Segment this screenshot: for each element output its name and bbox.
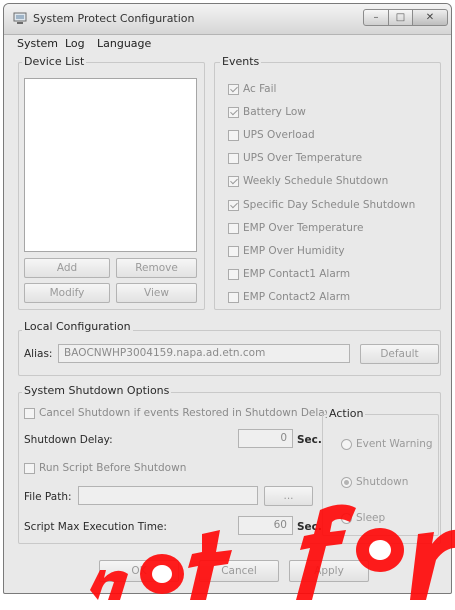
event-checkbox-label: EMP Over Humidity [243, 245, 345, 257]
menu-system[interactable]: System [17, 37, 58, 50]
alias-label: Alias: [24, 348, 53, 360]
event-checkbox-label: Weekly Schedule Shutdown [243, 175, 389, 187]
modify-button[interactable]: Modify [24, 283, 110, 303]
close-button[interactable]: ✕ [412, 9, 448, 26]
close-icon: ✕ [425, 12, 435, 23]
event-checkbox-label: Battery Low [243, 106, 306, 118]
default-button[interactable]: Default [360, 344, 439, 364]
event-checkbox-label: EMP Contact2 Alarm [243, 291, 351, 303]
cancel-shutdown-box[interactable] [24, 408, 35, 419]
minimize-button[interactable]: – [363, 9, 389, 26]
menu-language[interactable]: Language [97, 37, 151, 50]
event-checkbox-label: Ac Fail [243, 83, 277, 95]
maximize-icon: □ [395, 12, 406, 23]
device-listbox[interactable] [24, 78, 197, 252]
alias-field[interactable]: BAOCNWHP3004159.napa.ad.etn.com [58, 344, 350, 363]
window-title: System Protect Configuration [33, 12, 195, 25]
action-radio-button[interactable] [341, 439, 352, 450]
action-label: Action [327, 407, 366, 420]
action-radio-label: Event Warning [356, 438, 433, 450]
local-config-label: Local Configuration [22, 320, 133, 333]
event-checkbox-box[interactable] [228, 200, 239, 211]
event-checkbox-box[interactable] [228, 107, 239, 118]
add-button[interactable]: Add [24, 258, 110, 278]
maximize-button[interactable]: □ [388, 9, 413, 26]
shutdown-options-label: System Shutdown Options [22, 384, 172, 397]
minimize-icon: – [373, 12, 379, 23]
menu-log[interactable]: Log [65, 37, 85, 50]
device-list-label: Device List [22, 55, 87, 68]
event-checkbox-label: Specific Day Schedule Shutdown [243, 199, 416, 211]
view-button[interactable]: View [116, 283, 197, 303]
event-checkbox-label: EMP Contact1 Alarm [243, 268, 351, 280]
event-checkbox-box[interactable] [228, 223, 239, 234]
event-checkbox-box[interactable] [228, 269, 239, 280]
event-checkbox-box[interactable] [228, 153, 239, 164]
event-checkbox-box[interactable] [228, 84, 239, 95]
shutdown-delay-field[interactable]: 0 [238, 429, 293, 448]
title-bar[interactable]: System Protect Configuration – □ ✕ [4, 4, 451, 35]
shutdown-delay-label: Shutdown Delay: [24, 434, 113, 446]
app-icon [13, 12, 27, 24]
event-checkbox-label: UPS Over Temperature [243, 152, 363, 164]
event-checkbox-box[interactable] [228, 292, 239, 303]
event-checkbox-box[interactable] [228, 246, 239, 257]
event-checkbox-box[interactable] [228, 176, 239, 187]
event-checkbox-label: UPS Overload [243, 129, 315, 141]
shutdown-delay-unit: Sec. [297, 434, 322, 446]
event-checkbox-box[interactable] [228, 130, 239, 141]
watermark-overlay [90, 504, 455, 600]
menu-bar: System Log Language [4, 35, 451, 53]
cancel-shutdown-label: Cancel Shutdown if events Restored in Sh… [39, 407, 331, 419]
event-checkbox-label: EMP Over Temperature [243, 222, 364, 234]
events-label: Events [220, 55, 262, 68]
remove-button[interactable]: Remove [116, 258, 197, 278]
